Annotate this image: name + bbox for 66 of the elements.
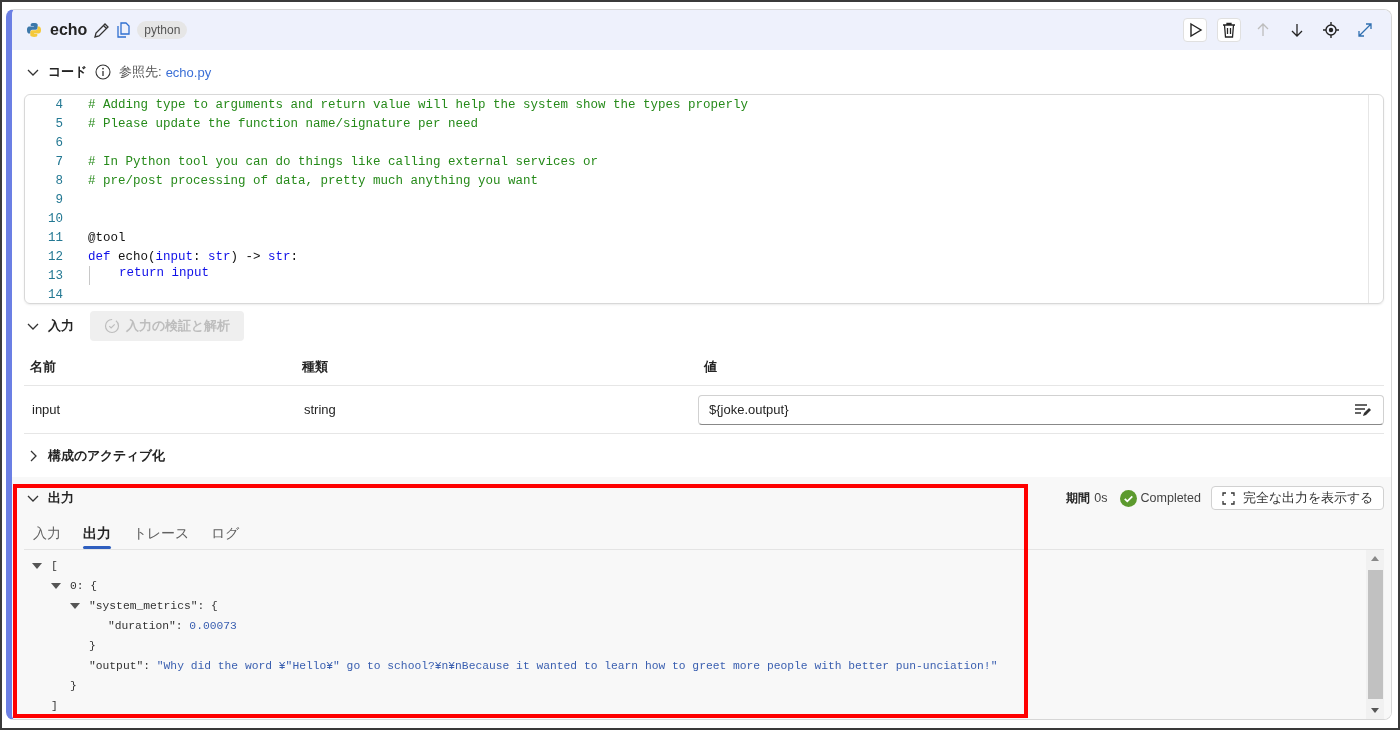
output-tab[interactable]: 入力 [24, 519, 70, 549]
json-key: "output": [89, 660, 157, 672]
scrollbar[interactable] [1366, 550, 1384, 719]
column-header: 値 [698, 348, 1384, 386]
python-logo-icon [26, 22, 42, 38]
code-line: # Please update the function name/signature per need [88, 116, 479, 131]
full-output-button[interactable]: 完全な出力を表示する [1211, 486, 1384, 510]
table-cell: input [24, 386, 296, 434]
success-check-icon [1119, 489, 1137, 507]
scroll-down-icon[interactable] [1370, 705, 1380, 715]
status-text: Completed [1140, 491, 1201, 505]
section-title: コード [48, 63, 87, 81]
json-key: 0: [70, 580, 91, 592]
copy-icon[interactable] [116, 22, 132, 38]
pencil-icon[interactable] [93, 21, 111, 39]
fullscreen-icon [1222, 491, 1235, 505]
column-header: 名前 [24, 348, 296, 386]
reference-label: 参照先: [119, 63, 162, 81]
line-number: 10 [47, 211, 64, 226]
table-cell: string [296, 386, 698, 434]
edit-text-icon[interactable] [1354, 402, 1372, 417]
json-value: 0.00073 [189, 620, 237, 632]
json-bracket: [ [51, 560, 58, 572]
line-number: 6 [54, 135, 64, 150]
file-link[interactable]: echo.py [165, 64, 212, 80]
json-bracket: } [70, 680, 77, 692]
json-bracket: ] [51, 700, 58, 712]
value-input-field[interactable]: ${joke.output} [698, 394, 1384, 425]
output-tab[interactable]: トレース [124, 519, 198, 549]
json-key: "system_metrics": [89, 600, 212, 612]
scroll-up-icon[interactable] [1370, 554, 1380, 564]
line-number: 13 [47, 268, 64, 283]
collapse-triangle-icon[interactable] [32, 561, 42, 571]
column-header: 種類 [296, 348, 698, 386]
collapse-triangle-icon[interactable] [70, 601, 80, 611]
validate-icon [104, 318, 120, 334]
line-number: 12 [47, 249, 64, 264]
json-value: "Why did the word ¥"Hello¥" go to school?¥n¥nBecause it wanted to learn how to greet more people with better pun-unciation!" [156, 660, 998, 672]
line-number: 8 [54, 173, 64, 188]
duration-value: 0s [1094, 491, 1108, 505]
section-title: 出力 [48, 489, 74, 507]
section-title: 入力 [48, 317, 74, 335]
line-number: 4 [54, 97, 64, 112]
info-icon[interactable] [95, 64, 111, 80]
line-number: 9 [54, 192, 64, 207]
line-number: 14 [47, 287, 64, 302]
code-line: # In Python tool you can do things like calling external services or [88, 154, 599, 169]
language-badge: python [137, 21, 188, 39]
duration-label: 期間 [1066, 489, 1091, 507]
line-number: 5 [54, 116, 64, 131]
json-key: "duration": [108, 620, 190, 632]
json-bracket: { [90, 580, 98, 592]
output-tab[interactable]: 出力 [74, 519, 120, 549]
line-number: 7 [54, 154, 64, 169]
code-line: # pre/post processing of data, pretty much anything you want [88, 173, 539, 188]
json-bracket: { [211, 600, 218, 612]
line-number: 11 [47, 230, 64, 245]
code-line: @tool [88, 230, 126, 245]
output-tab[interactable]: ログ [202, 519, 248, 549]
code-line: # Adding type to arguments and return value will help the system show the types properly [88, 97, 749, 112]
node-title: echo [50, 21, 88, 39]
code-line: def echo(input: str) -> str: [88, 249, 299, 264]
code-line: return input [119, 266, 209, 282]
json-bracket: } [89, 640, 96, 652]
collapse-triangle-icon[interactable] [51, 581, 61, 591]
section-title: 構成のアクティブ化 [48, 446, 165, 465]
